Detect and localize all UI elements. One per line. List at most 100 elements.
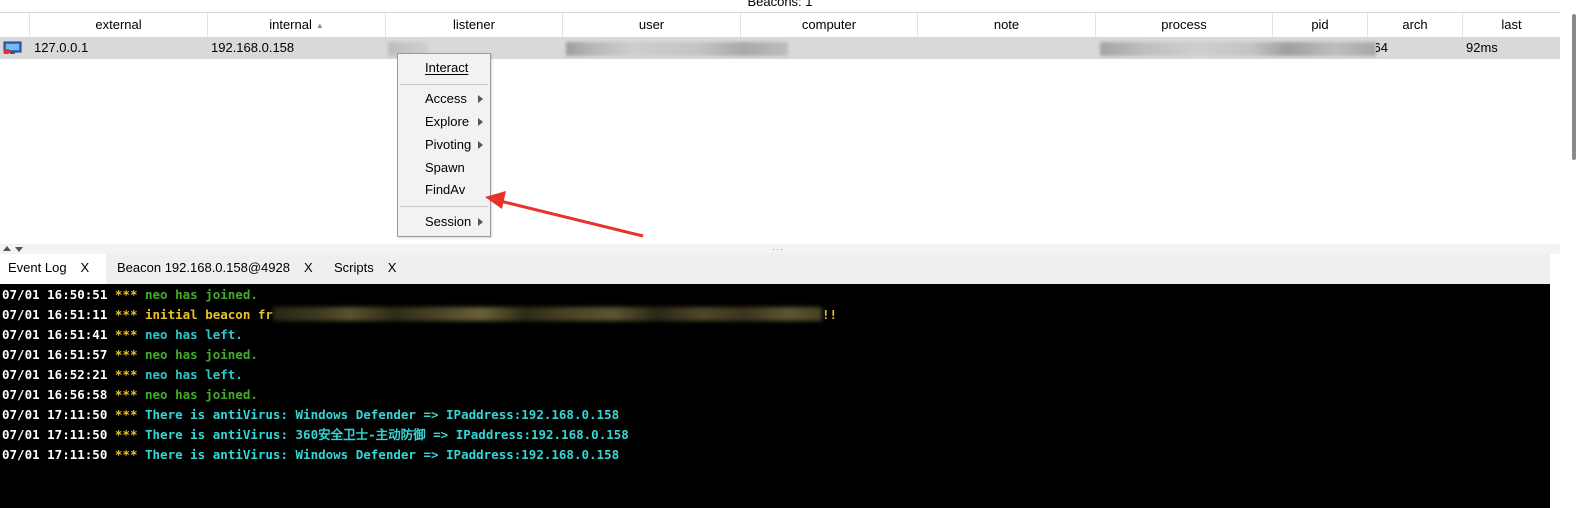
log-marker: *** [114, 347, 138, 362]
submenu-arrow-icon [478, 141, 483, 149]
bottom-tab-bar: Event Log X Beacon 192.168.0.158@4928 X Sc… [0, 254, 1581, 284]
tab-label: Beacon 192.168.0.158@4928 [117, 260, 290, 275]
expand-down-icon[interactable] [15, 247, 23, 252]
table-header: external internal ▲ listener user compute… [0, 12, 1560, 38]
menu-item-interact[interactable]: Interact [425, 58, 468, 78]
menu-item-access[interactable]: Access [425, 89, 483, 109]
console-side-gutter [1550, 254, 1581, 508]
splitter-grip-icon[interactable]: ··· [772, 245, 784, 254]
log-line: 07/01 16:51:11 *** initial beacon fr!! [2, 305, 837, 325]
tab-label: Scripts [334, 260, 374, 275]
menu-item-explore[interactable]: Explore [425, 112, 483, 132]
tab-label: Event Log [8, 260, 67, 275]
log-timestamp: 07/01 16:50:51 [2, 287, 108, 302]
column-header-label: user [638, 17, 665, 32]
log-line: 07/01 16:51:57 *** neo has joined. [2, 345, 258, 365]
monitor-beacon-icon [3, 41, 22, 54]
column-header-process[interactable]: process [1096, 13, 1273, 37]
log-timestamp: 07/01 17:11:50 [2, 447, 108, 462]
menu-item-label: Spawn [425, 160, 465, 175]
log-timestamp: 07/01 16:52:21 [2, 367, 108, 382]
cell-external: 127.0.0.1 [34, 40, 89, 55]
menu-item-pivoting[interactable]: Pivoting [425, 135, 483, 155]
panel-splitter[interactable]: ··· [0, 244, 1560, 254]
log-timestamp: 07/01 16:51:41 [2, 327, 108, 342]
menu-item-findav[interactable]: FindAv [425, 180, 465, 200]
menu-item-label: Access [425, 91, 467, 106]
log-line: 07/01 16:56:58 *** neo has joined. [2, 385, 258, 405]
column-header-user[interactable]: user [563, 13, 741, 37]
column-header-icon[interactable] [0, 13, 30, 37]
log-marker: *** [114, 367, 138, 382]
tab-scripts[interactable]: Scripts X [334, 254, 396, 284]
tab-close-button[interactable]: X [81, 260, 90, 275]
cell-arch-value: x64 [1376, 40, 1388, 55]
column-header-label: last [1501, 17, 1522, 32]
log-message: initial beacon fr [145, 307, 273, 322]
column-header-external[interactable]: external [30, 13, 208, 37]
column-header-label: external [95, 17, 142, 32]
log-timestamp: 07/01 16:56:58 [2, 387, 108, 402]
menu-item-label: Interact [425, 60, 469, 75]
tab-close-button[interactable]: X [388, 260, 397, 275]
submenu-arrow-icon [478, 95, 483, 103]
log-timestamp: 07/01 17:11:50 [2, 407, 108, 422]
tab-beacon-session[interactable]: Beacon 192.168.0.158@4928 X [117, 254, 313, 284]
column-header-label: listener [453, 17, 495, 32]
scrollbar-thumb[interactable] [1572, 14, 1576, 160]
table-vertical-scrollbar[interactable] [1567, 14, 1581, 160]
log-line: 07/01 17:11:50 *** There is antiVirus: W… [2, 445, 619, 465]
log-marker: *** [114, 447, 138, 462]
tab-close-button[interactable]: X [304, 260, 313, 275]
log-marker: *** [114, 307, 138, 322]
cell-internal: 192.168.0.158 [211, 40, 295, 55]
cell-user-redacted [566, 42, 788, 56]
log-line: 07/01 17:11:50 *** There is antiVirus: W… [2, 405, 619, 425]
log-message: There is antiVirus: 360安全卫士-主动防御 => IPad… [145, 427, 629, 442]
column-header-internal[interactable]: internal ▲ [208, 13, 386, 37]
log-message: neo has joined. [145, 347, 258, 362]
beacons-table: external internal ▲ listener user compute… [0, 12, 1560, 245]
column-header-label: computer [801, 17, 857, 32]
column-header-pid[interactable]: pid [1273, 13, 1368, 37]
log-message: neo has joined. [145, 387, 258, 402]
tab-event-log[interactable]: Event Log X [0, 254, 106, 284]
sort-ascending-icon: ▲ [315, 21, 324, 30]
column-header-last[interactable]: last [1463, 13, 1560, 37]
cell-arch: x64 [1376, 37, 1388, 59]
log-message: neo has left. [145, 367, 243, 382]
column-header-computer[interactable]: computer [741, 13, 918, 37]
table-row[interactable]: 127.0.0.1 192.168.0.158 x64 92ms [0, 37, 1560, 59]
menu-item-label: Session [425, 214, 472, 229]
log-marker: *** [114, 327, 138, 342]
log-line: 07/01 16:52:21 *** neo has left. [2, 365, 243, 385]
log-marker: *** [114, 287, 138, 302]
submenu-arrow-icon [478, 118, 483, 126]
log-line: 07/01 16:50:51 *** neo has joined. [2, 285, 258, 305]
log-marker: *** [114, 387, 138, 402]
column-header-label: pid [1311, 17, 1329, 32]
event-log-console[interactable]: 07/01 16:50:51 *** neo has joined. 07/01… [0, 284, 1550, 508]
menu-item-spawn[interactable]: Spawn [425, 158, 465, 178]
menu-separator [400, 206, 488, 207]
menu-item-label: FindAv [425, 182, 466, 197]
column-header-arch[interactable]: arch [1368, 13, 1463, 37]
cell-process-pid-redacted [1100, 42, 1376, 56]
log-line: 07/01 16:51:41 *** neo has left. [2, 325, 243, 345]
column-header-listener[interactable]: listener [386, 13, 563, 37]
menu-separator [400, 84, 488, 85]
menu-item-session[interactable]: Session [425, 212, 483, 232]
menu-item-label: Explore [425, 114, 470, 129]
column-header-label: internal [269, 17, 312, 32]
column-header-label: arch [1402, 17, 1428, 32]
log-marker: *** [114, 407, 138, 422]
log-message: neo has left. [145, 327, 243, 342]
log-line: 07/01 17:11:50 *** There is antiVirus: 3… [2, 425, 629, 445]
log-timestamp: 07/01 16:51:57 [2, 347, 108, 362]
column-header-label: note [993, 17, 1020, 32]
column-header-label: process [1161, 17, 1207, 32]
log-message: There is antiVirus: Windows Defender => … [145, 447, 620, 462]
log-message: neo has joined. [145, 287, 258, 302]
collapse-up-icon[interactable] [3, 246, 11, 251]
column-header-note[interactable]: note [918, 13, 1096, 37]
